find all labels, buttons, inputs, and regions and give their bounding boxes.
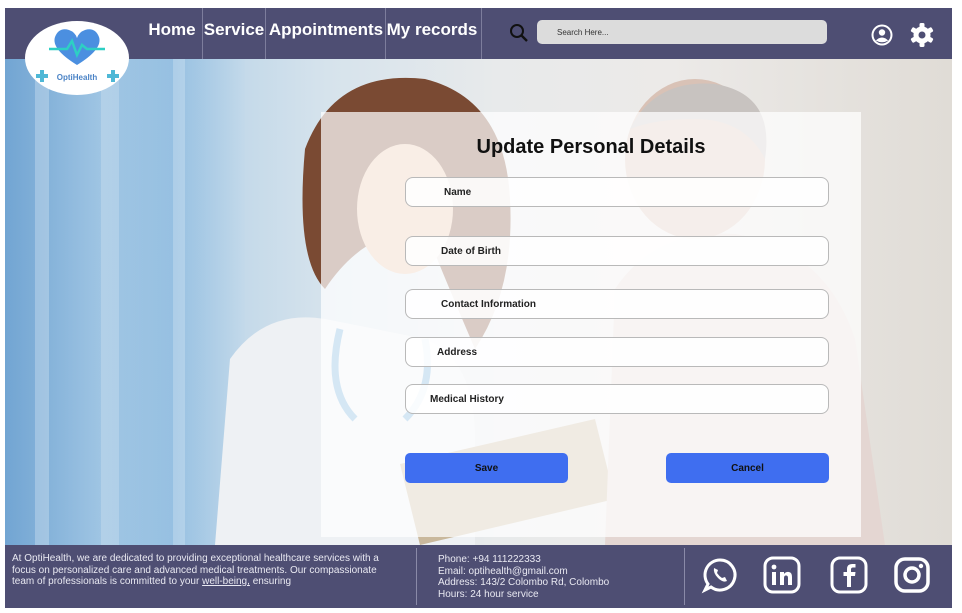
footer-divider [684,548,685,605]
nav-appointments[interactable]: Appointments [268,8,384,59]
search-icon[interactable] [508,22,530,44]
footer-about-text: At OptiHealth, we are dedicated to provi… [12,553,379,587]
contact-information-field[interactable] [405,289,829,319]
medical-cross-icon [107,70,119,82]
name-field[interactable] [405,177,829,207]
site-footer: At OptiHealth, we are dedicated to provi… [5,545,952,608]
address-field[interactable] [405,337,829,367]
app-frame: Home Service Appointments My records Sea… [5,8,952,608]
footer-contact: Phone: +94 111222333 Email: optihealth@g… [438,554,609,600]
nav-divider [481,8,482,59]
footer-about-link[interactable]: well-being, [202,576,250,587]
heart-pulse-icon [49,29,105,65]
date-of-birth-field[interactable] [405,236,829,266]
search-input[interactable] [537,20,827,44]
whatsapp-icon[interactable] [700,555,740,595]
nav-home[interactable]: Home [142,8,202,59]
footer-email: Email: optihealth@gmail.com [438,565,568,577]
footer-address: Address: 143/2 Colombo Rd, Colombo [438,577,610,588]
facebook-icon[interactable] [829,555,869,595]
footer-about: At OptiHealth, we are dedicated to provi… [12,553,397,588]
gear-icon[interactable] [909,22,935,48]
nav-divider [265,8,266,59]
brand-logo[interactable]: OptiHealth [25,21,129,95]
form-title: Update Personal Details [476,136,706,158]
nav-my-records[interactable]: My records [386,8,478,59]
footer-phone: Phone: +94 111222333 [438,554,541,565]
instagram-icon[interactable] [892,555,932,595]
footer-divider [416,548,417,605]
save-button[interactable]: Save [405,453,568,483]
cancel-button[interactable]: Cancel [666,453,829,483]
linkedin-icon[interactable] [762,555,802,595]
medical-history-field[interactable] [405,384,829,414]
user-circle-icon[interactable] [870,23,894,47]
footer-hours: Hours: 24 hour service [438,588,539,600]
nav-service[interactable]: Service [203,8,265,59]
footer-about-tail: ensuring [252,576,292,587]
top-nav-bar: Home Service Appointments My records [5,8,952,59]
